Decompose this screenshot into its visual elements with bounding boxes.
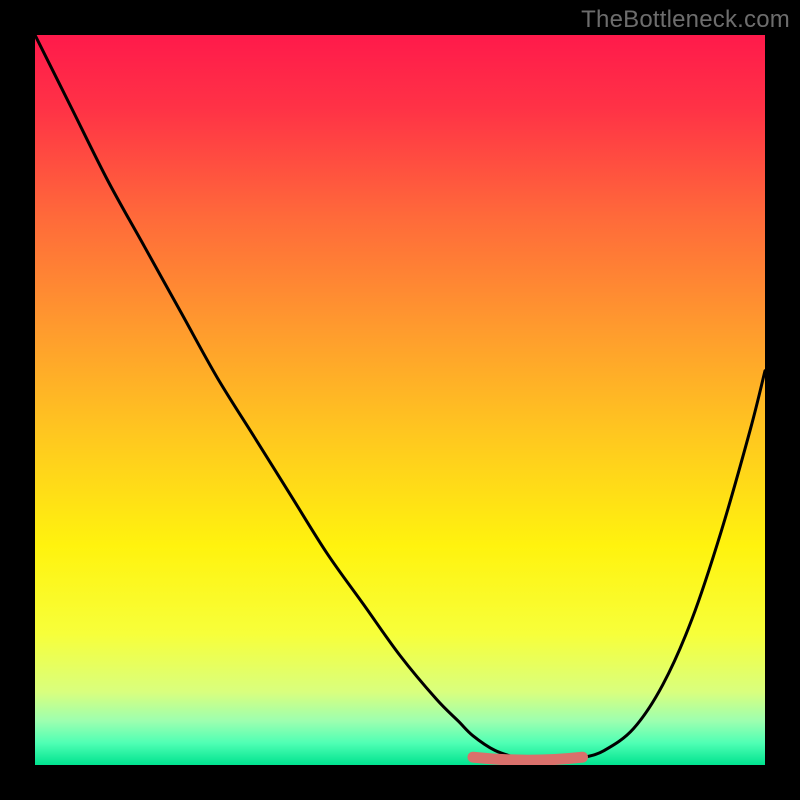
- chart-frame: TheBottleneck.com: [0, 0, 800, 800]
- background-gradient: [35, 35, 765, 765]
- plot-area: [35, 35, 765, 765]
- watermark-text: TheBottleneck.com: [581, 6, 790, 34]
